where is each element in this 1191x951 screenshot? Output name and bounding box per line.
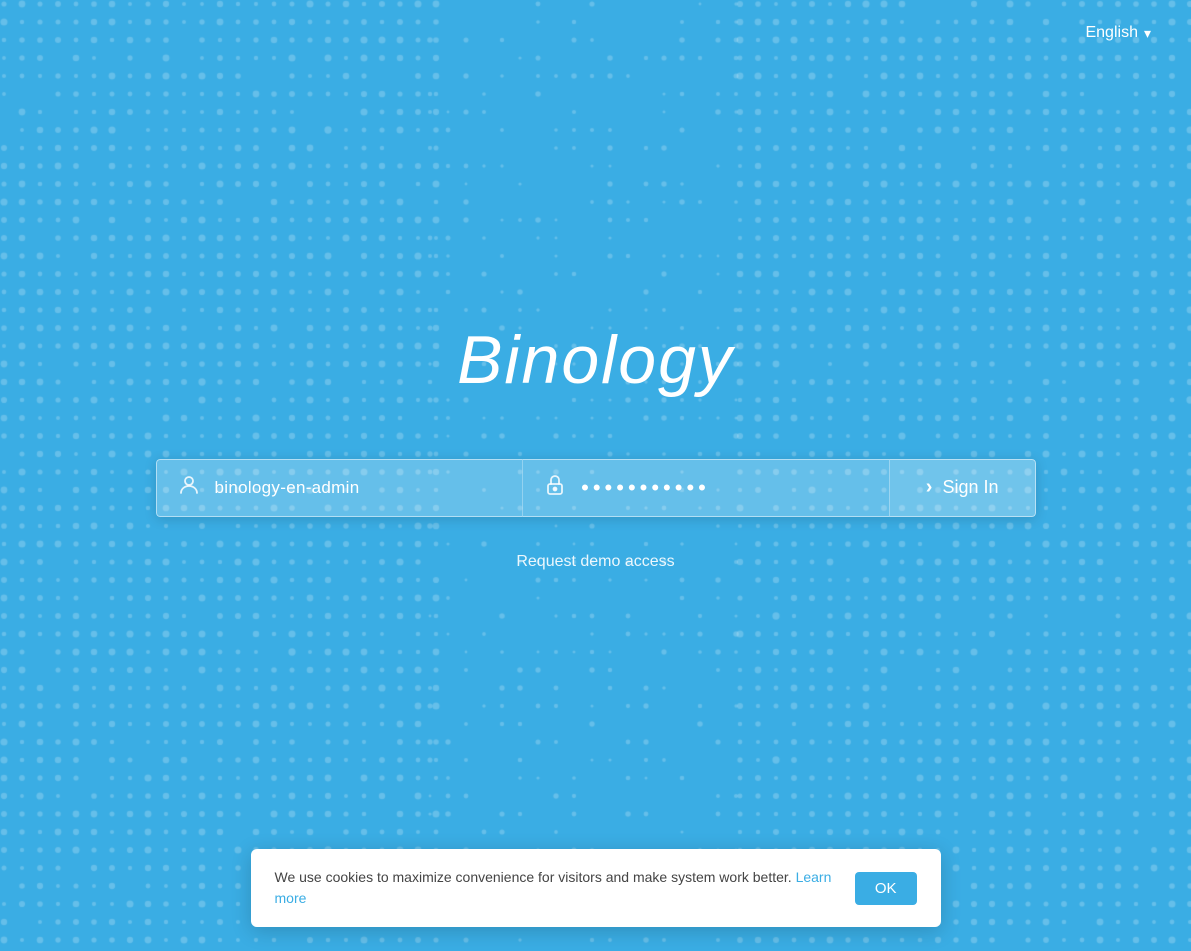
username-field	[156, 459, 523, 517]
cookie-text: We use cookies to maximize convenience f…	[275, 867, 835, 909]
language-selector[interactable]: English ▾	[1085, 24, 1151, 42]
cookie-ok-button[interactable]: OK	[855, 872, 917, 905]
password-field	[522, 459, 889, 517]
arrow-right-icon: ›	[926, 476, 933, 499]
app-title: Binology	[457, 321, 734, 399]
chevron-down-icon: ▾	[1144, 25, 1151, 42]
lock-icon	[543, 473, 567, 503]
main-content: Binology ›	[0, 0, 1191, 951]
login-form: › Sign In	[156, 459, 1036, 517]
demo-access-link[interactable]: Request demo access	[516, 553, 674, 571]
password-input[interactable]	[581, 475, 869, 501]
cookie-message: We use cookies to maximize convenience f…	[275, 869, 792, 885]
user-icon	[177, 473, 201, 503]
signin-label: Sign In	[942, 477, 998, 498]
language-label: English	[1085, 24, 1137, 42]
username-input[interactable]	[215, 478, 503, 498]
cookie-banner: We use cookies to maximize convenience f…	[251, 849, 941, 927]
signin-button[interactable]: › Sign In	[889, 459, 1036, 517]
